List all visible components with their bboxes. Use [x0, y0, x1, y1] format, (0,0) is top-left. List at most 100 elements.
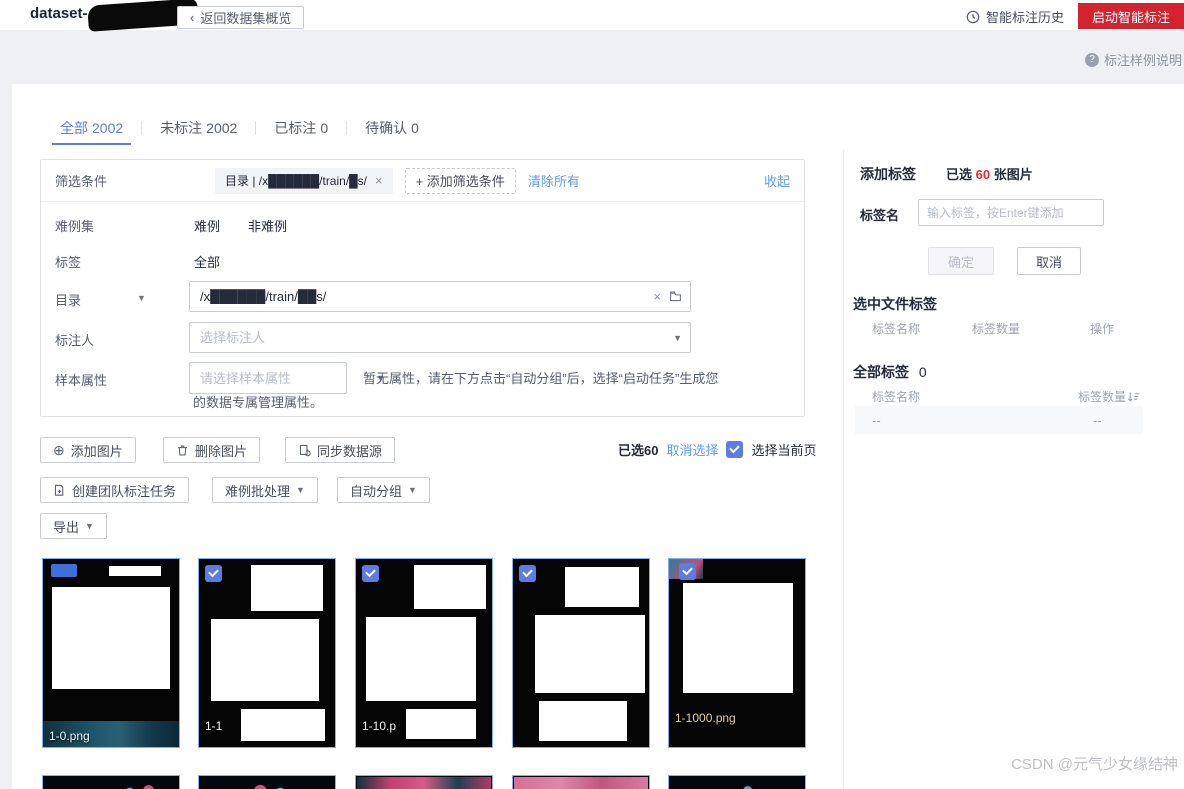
cancel-selection-link[interactable]: 取消选择 — [666, 440, 718, 459]
tab-to-confirm[interactable]: 待确认0 — [347, 114, 437, 142]
select-checkbox[interactable] — [51, 564, 77, 577]
col-action: 操作 — [1090, 320, 1114, 337]
chevron-down-icon: ▼ — [296, 485, 305, 495]
hard-example-batch-button[interactable]: 难例批处理 ▼ — [212, 477, 318, 503]
image-card[interactable] — [668, 775, 806, 789]
hard-example-label: 难例集 — [55, 216, 94, 235]
tab-unlabeled[interactable]: 未标注2002 — [142, 114, 255, 142]
filter-section-label: 筛选条件 — [55, 171, 107, 190]
image-card[interactable]: 1-1 — [198, 558, 336, 748]
clear-input-icon[interactable]: × — [653, 289, 661, 304]
all-labels-title: 全部标签 0 — [853, 362, 927, 382]
add-label-title: 添加标签 — [860, 164, 916, 184]
select-current-page-checkbox[interactable] — [726, 441, 743, 458]
back-to-dataset-overview-button[interactable]: ‹ 返回数据集概览 — [177, 6, 304, 29]
redaction-white — [683, 583, 793, 693]
col-label-count: 标签数量 — [972, 320, 1020, 337]
attribute-hint-line1: 暂无属性，请在下方点击“自动分组”后，选择“启动任务”生成您 — [363, 368, 718, 387]
image-card[interactable] — [512, 775, 650, 789]
clear-all-link[interactable]: 清除所有 — [528, 171, 580, 190]
col-label-name: 标签名称 — [872, 388, 920, 405]
chevron-down-icon[interactable]: ▼ — [137, 293, 146, 303]
redaction-white — [211, 619, 319, 701]
auto-group-button[interactable]: 自动分组 ▼ — [337, 477, 430, 503]
directory-input-box: × — [189, 281, 691, 312]
folder-icon[interactable] — [669, 290, 682, 303]
label-filter-value[interactable]: 全部 — [194, 252, 220, 271]
select-checkbox[interactable] — [519, 565, 536, 582]
sample-attribute-select-box: ▼ — [189, 362, 347, 394]
hard-example-option[interactable]: 难例 — [194, 216, 220, 235]
redaction-white — [109, 566, 161, 576]
start-smart-label-button[interactable]: 启动智能标注 — [1078, 3, 1184, 29]
sample-attribute-label: 样本属性 — [55, 370, 107, 389]
non-hard-example-option[interactable]: 非难例 — [248, 216, 287, 235]
question-icon: ? — [1085, 53, 1099, 67]
add-image-button[interactable]: ⊕ 添加图片 — [40, 437, 136, 463]
image-card[interactable]: 1-0.png — [42, 558, 180, 748]
tab-labeled[interactable]: 已标注0 — [256, 114, 346, 142]
selected-count-text: 已选60 — [618, 440, 658, 459]
annotator-select[interactable] — [190, 323, 673, 352]
filter-panel: 筛选条件 目录 | /x██████/train/█s/ × + 添加筛选条件 … — [40, 159, 805, 417]
selection-cluster: 已选60 取消选择 选择当前页 — [618, 440, 817, 459]
select-checkbox[interactable] — [205, 565, 222, 582]
annotator-select-box: ▼ — [189, 322, 691, 353]
tab-all[interactable]: 全部2002 — [42, 114, 141, 142]
label-name-label: 标签名 — [860, 205, 899, 224]
smart-label-history-link[interactable]: 智能标注历史 — [966, 7, 1064, 26]
confirm-button[interactable]: 确定 — [928, 247, 994, 275]
empty-label-name: -- — [872, 413, 881, 428]
add-filter-condition-button[interactable]: + 添加筛选条件 — [405, 168, 516, 194]
sample-attribute-select[interactable] — [190, 363, 376, 393]
trash-icon — [176, 444, 189, 457]
redaction-white — [535, 615, 645, 693]
circle-plus-icon: ⊕ — [53, 442, 65, 459]
redaction-white — [565, 567, 639, 607]
label-name-input[interactable] — [919, 200, 1103, 225]
image-card[interactable] — [42, 775, 180, 789]
directory-input[interactable] — [190, 282, 653, 311]
image-content — [44, 777, 178, 789]
image-card[interactable]: 1-1000.png — [668, 558, 806, 748]
dataset-title: dataset- — [30, 5, 88, 22]
redaction-white — [366, 617, 476, 701]
chevron-left-icon: ‹ — [190, 10, 194, 25]
sync-datasource-button[interactable]: 同步数据源 — [285, 437, 395, 463]
image-content — [357, 777, 491, 789]
image-card[interactable] — [355, 775, 493, 789]
select-checkbox[interactable] — [362, 565, 379, 582]
cancel-button[interactable]: 取消 — [1017, 247, 1081, 275]
select-checkbox[interactable] — [679, 563, 696, 580]
image-filename: 1-0.png — [49, 729, 90, 743]
remove-filter-icon[interactable]: × — [375, 173, 383, 188]
sync-document-icon — [298, 444, 311, 457]
directory-label: 目录 — [55, 290, 81, 309]
panel-divider — [843, 150, 844, 789]
image-content — [514, 777, 648, 789]
select-current-page-label: 选择当前页 — [751, 440, 816, 459]
col-label-count-sortable[interactable]: 标签数量 — [1078, 388, 1140, 405]
image-card[interactable] — [512, 558, 650, 748]
top-bar: dataset- ‹ 返回数据集概览 智能标注历史 启动智能标注 — [0, 0, 1184, 30]
image-filename: 1-1000.png — [675, 711, 736, 725]
export-button[interactable]: 导出 ▼ — [40, 513, 107, 539]
chevron-down-icon[interactable]: ▼ — [673, 333, 682, 343]
filter-tag-directory[interactable]: 目录 | /x██████/train/█s/ × — [215, 168, 393, 194]
selected-files-labels-title: 选中文件标签 — [853, 294, 937, 314]
page-root: dataset- ‹ 返回数据集概览 智能标注历史 启动智能标注 ? 标注样例说… — [0, 0, 1184, 789]
delete-image-button[interactable]: 删除图片 — [163, 437, 260, 463]
watermark-text: CSDN @元气少女缘结神 — [1011, 753, 1178, 774]
create-team-task-button[interactable]: 创建团队标注任务 — [40, 477, 189, 503]
annotator-label: 标注人 — [55, 330, 94, 349]
collapse-link[interactable]: 收起 — [764, 171, 790, 190]
image-card[interactable] — [198, 775, 336, 789]
label-name-input-box — [918, 199, 1104, 226]
image-content — [200, 777, 334, 789]
chevron-down-icon: ▼ — [408, 485, 417, 495]
image-card[interactable]: 1-10.p — [355, 558, 493, 748]
redaction-white — [251, 565, 323, 611]
clock-icon — [966, 10, 980, 24]
attribute-hint-line2: 的数据专属管理属性。 — [193, 392, 323, 411]
label-sample-help-link[interactable]: ? 标注样例说明 — [1085, 50, 1182, 69]
